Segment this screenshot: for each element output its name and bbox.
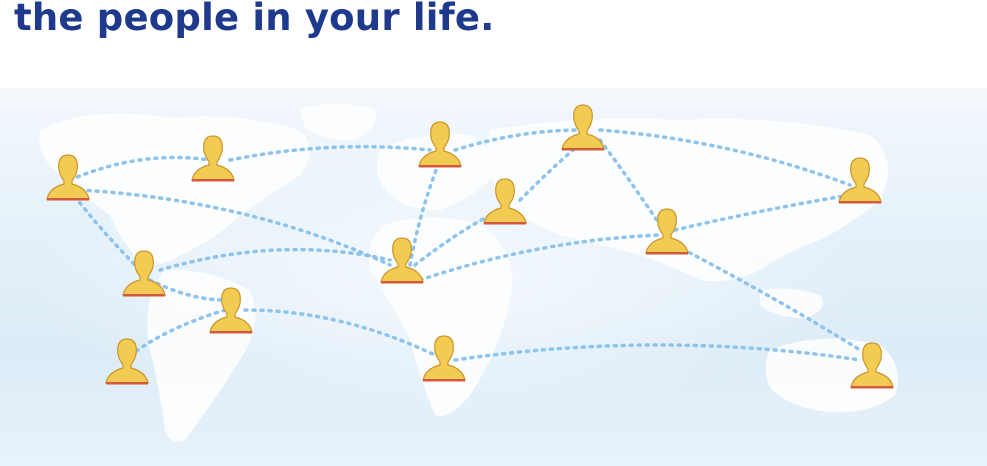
person-icon [101,334,153,386]
continent-asia [486,118,888,282]
person-icon [834,153,886,205]
person-icon [479,174,531,226]
person-icon [418,331,470,383]
continent-greenland [300,103,376,141]
person-icon [205,283,257,335]
connection-line [158,247,392,272]
continent-southeast-asia [760,288,823,318]
person-icon [187,131,239,183]
person-icon [376,233,428,285]
person-icon [42,150,94,202]
person-icon [414,117,466,169]
person-icon [557,100,609,152]
world-map [39,103,898,442]
person-icon [846,338,898,390]
person-icon [118,246,170,298]
person-icon [641,204,693,256]
